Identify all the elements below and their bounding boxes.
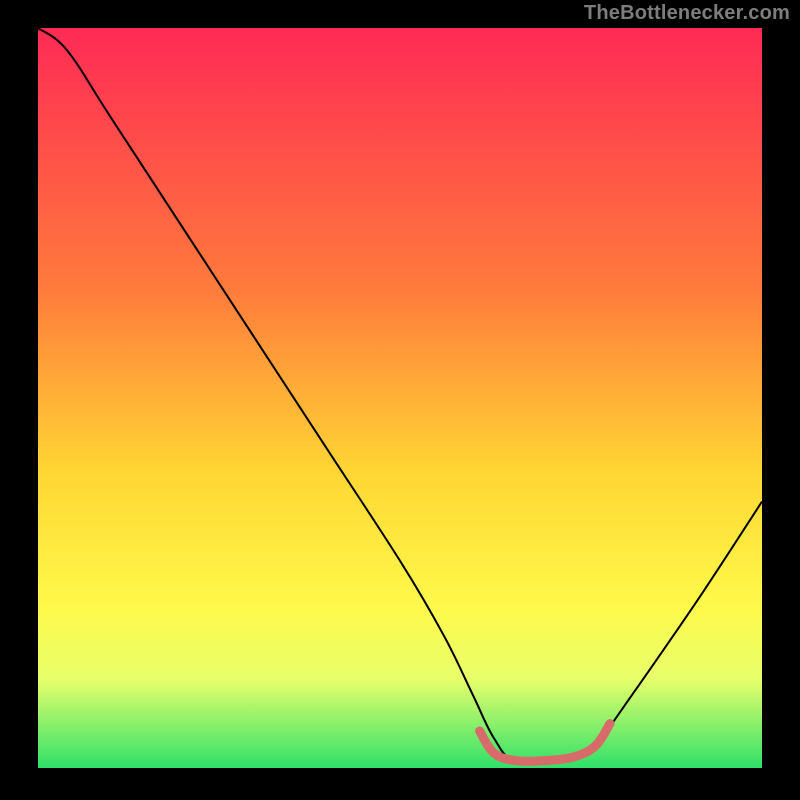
attribution-text: TheBottlenecker.com [584, 2, 790, 25]
chart-root: TheBottlenecker.com [0, 0, 800, 800]
chart-svg [38, 28, 762, 768]
plot-area [38, 28, 762, 768]
gradient-background [38, 28, 762, 768]
